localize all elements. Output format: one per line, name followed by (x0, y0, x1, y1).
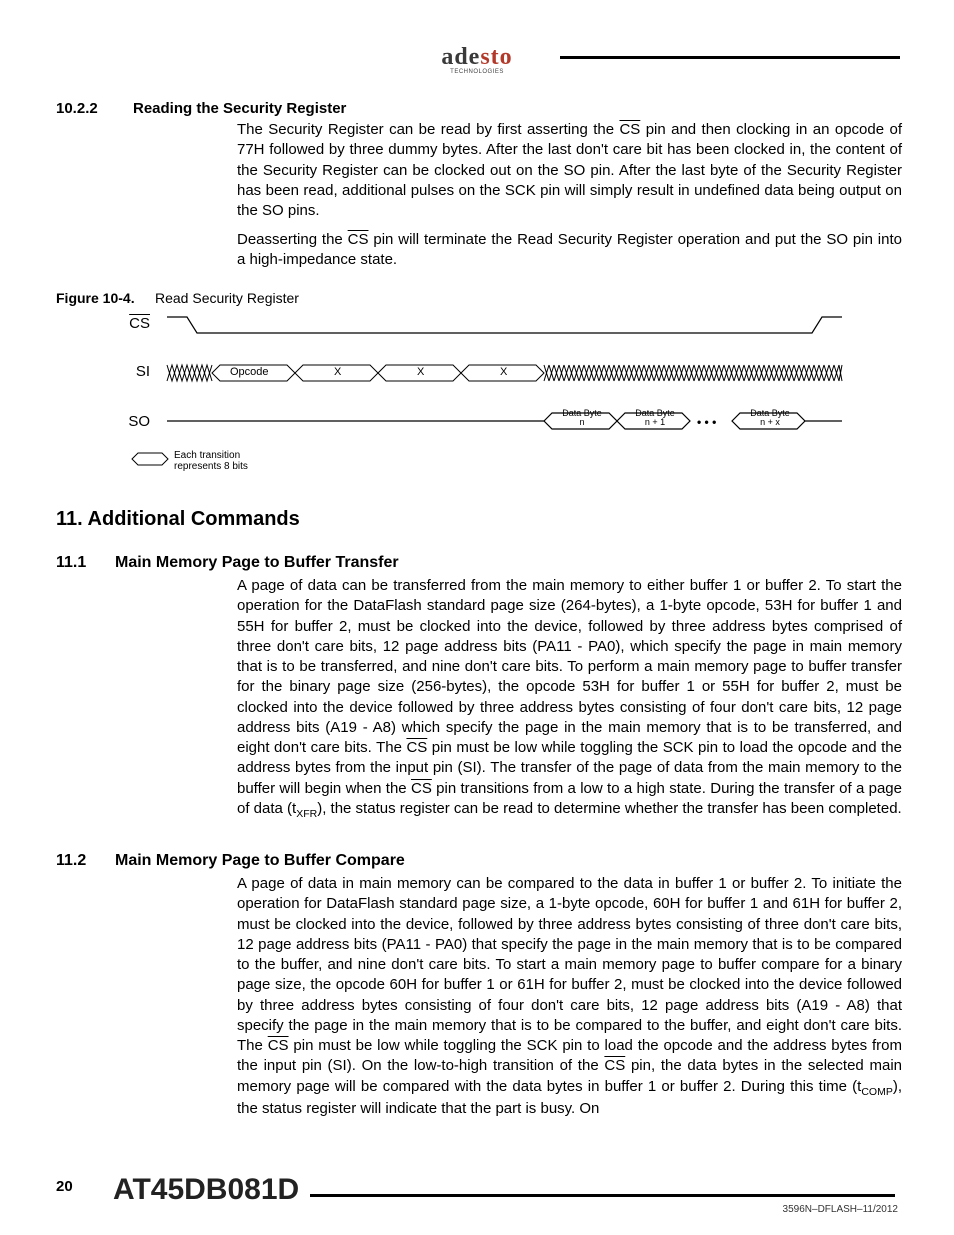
cs-overline: CS (348, 231, 369, 248)
part-number: AT45DB081D (113, 1173, 299, 1207)
section-number-11-2: 11.2 (56, 852, 86, 870)
paragraph-10-2-2-1: The Security Register can be read by fir… (237, 120, 902, 221)
paragraph-11-2: A page of data in main memory can be com… (237, 874, 902, 1119)
timing-diagram: CS SI SO Opcode X X X Data Byten Data By… (112, 305, 902, 485)
si-x2-label: X (417, 366, 424, 378)
cs-overline: CS (411, 780, 432, 797)
page-number: 20 (56, 1178, 73, 1195)
logo-text-2: sto (480, 44, 512, 70)
signal-label-si: SI (120, 363, 150, 380)
section-title-11-1: Main Memory Page to Buffer Transfer (115, 554, 399, 572)
section-number-11: 11. Additional Commands (56, 508, 300, 531)
section-title-11-2: Main Memory Page to Buffer Compare (115, 852, 405, 870)
page: adesto TECHNOLOGIES 10.2.2 Reading the S… (0, 0, 954, 1235)
so-ellipsis: • • • (697, 415, 716, 429)
header-logo: adesto TECHNOLOGIES (0, 44, 954, 78)
paragraph-11-1: A page of data can be transferred from t… (237, 576, 902, 821)
section-number-10-2-2: 10.2.2 (56, 100, 98, 117)
header-rule (560, 56, 900, 59)
logo-subtext: TECHNOLOGIES (441, 69, 512, 75)
logo-text-1: ade (441, 44, 480, 70)
so-byte-nx: Data Byten + x (740, 409, 800, 427)
section-title-10-2-2: Reading the Security Register (133, 100, 346, 117)
signal-label-cs: CS (120, 315, 150, 332)
section-number-11-1: 11.1 (56, 554, 86, 572)
cs-overline: CS (406, 739, 427, 756)
so-byte-n: Data Byten (552, 409, 612, 427)
paragraph-10-2-2-2: Deasserting the CS pin will terminate th… (237, 230, 902, 271)
cs-overline: CS (619, 121, 640, 138)
cs-overline: CS (604, 1057, 625, 1074)
diagram-legend: Each transitionrepresents 8 bits (174, 450, 248, 472)
figure-title: Read Security Register (155, 290, 299, 306)
so-byte-n1: Data Byten + 1 (625, 409, 685, 427)
si-opcode-label: Opcode (230, 366, 269, 378)
footer-rule (310, 1194, 895, 1197)
si-x1-label: X (334, 366, 341, 378)
figure-label: Figure 10-4. (56, 290, 135, 306)
signal-label-so: SO (120, 413, 150, 430)
si-x3-label: X (500, 366, 507, 378)
document-id: 3596N–DFLASH–11/2012 (783, 1204, 898, 1215)
cs-overline: CS (268, 1037, 289, 1054)
